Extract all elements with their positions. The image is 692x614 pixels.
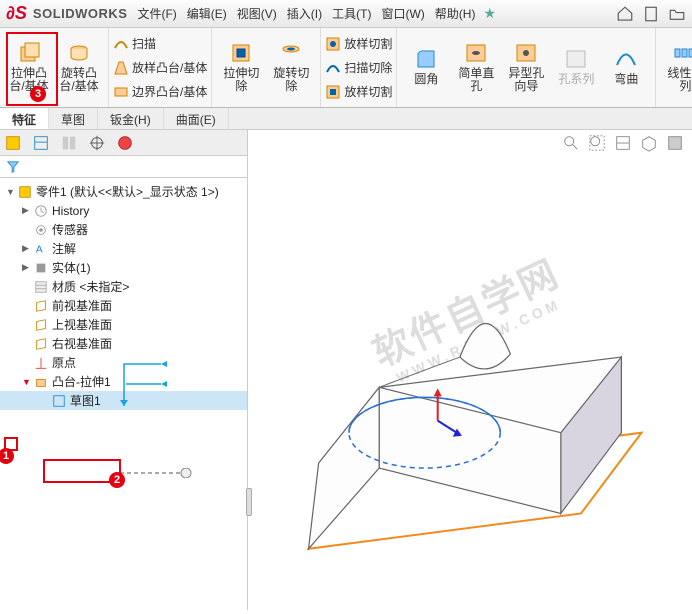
- panel-resize-handle[interactable]: [246, 488, 252, 516]
- curve-button[interactable]: 弯曲: [601, 30, 651, 104]
- menu-tools[interactable]: 工具(T): [332, 5, 371, 22]
- tab-surface[interactable]: 曲面(E): [164, 108, 229, 129]
- tree-front-plane[interactable]: 前视基准面: [0, 296, 247, 315]
- revolve-cut-button[interactable]: 旋转切 除: [266, 30, 316, 104]
- loft-cut-button[interactable]: 放样切割: [325, 32, 392, 56]
- feature-tree[interactable]: 零件1 (默认<<默认>_显示状态 1>) History 传感器 A注解 实体…: [0, 178, 247, 610]
- hole-wizard-button[interactable]: 异型孔 向导: [501, 30, 551, 104]
- hole-series-button: 孔系列: [551, 30, 601, 104]
- annotation-badge-2: 2: [109, 472, 125, 488]
- logo-icon: ∂S: [6, 3, 27, 24]
- menu-window[interactable]: 窗口(W): [381, 5, 424, 22]
- loft-cut2-button[interactable]: 放样切割: [325, 80, 392, 104]
- tree-solids[interactable]: 实体(1): [0, 258, 247, 277]
- menu-help[interactable]: 帮助(H): [435, 5, 476, 22]
- simple-hole-button[interactable]: 简单直 孔: [451, 30, 501, 104]
- fillet-button[interactable]: 圆角: [401, 30, 451, 104]
- tree-origin[interactable]: 原点: [0, 353, 247, 372]
- graphics-viewport[interactable]: 软件自学网 WWW.RJZXW.COM: [248, 130, 692, 610]
- filter-funnel-icon[interactable]: [6, 160, 20, 174]
- command-tabs: 特征 草图 钣金(H) 曲面(E): [0, 108, 692, 130]
- boundary-boss-button[interactable]: 边界凸台/基体: [113, 80, 207, 104]
- filter-row: [0, 156, 247, 178]
- feature-manager-panel: 零件1 (默认<<默认>_显示状态 1>) History 传感器 A注解 实体…: [0, 130, 248, 610]
- extrude-cut-button[interactable]: 拉伸切 除: [216, 30, 266, 104]
- tree-annotations[interactable]: A注解: [0, 239, 247, 258]
- config-icon[interactable]: [60, 134, 78, 152]
- tree-top-plane[interactable]: 上视基准面: [0, 315, 247, 334]
- property-icon[interactable]: [32, 134, 50, 152]
- menu-insert[interactable]: 插入(I): [287, 5, 322, 22]
- tree-material[interactable]: 材质 <未指定>: [0, 277, 247, 296]
- menu-view[interactable]: 视图(V): [237, 5, 277, 22]
- rollback-bar-icon[interactable]: [120, 468, 240, 478]
- menu-bar: ∂S SOLIDWORKS 文件(F) 编辑(E) 视图(V) 插入(I) 工具…: [0, 0, 692, 28]
- menu-edit[interactable]: 编辑(E): [187, 5, 227, 22]
- revolve-boss-button[interactable]: 旋转凸 台/基体: [54, 30, 104, 104]
- quick-toolbar: [616, 5, 686, 23]
- logo-text: SOLIDWORKS: [33, 6, 128, 21]
- model-preview-icon: [248, 130, 692, 614]
- star-icon[interactable]: ★: [483, 5, 496, 22]
- ribbon-toolbar: 拉伸凸 台/基体 旋转凸 台/基体 扫描 放样凸台/基体 边界凸台/基体 拉伸切…: [0, 28, 692, 108]
- feature-tree-icon[interactable]: [4, 134, 22, 152]
- menu-file[interactable]: 文件(F): [137, 5, 176, 22]
- panel-icon-row: [0, 130, 247, 156]
- tree-root[interactable]: 零件1 (默认<<默认>_显示状态 1>): [0, 182, 247, 201]
- linear-pattern-button[interactable]: 线性阵 列: [660, 30, 692, 104]
- tree-sensors[interactable]: 传感器: [0, 220, 247, 239]
- appearance-icon[interactable]: [116, 134, 134, 152]
- tree-history[interactable]: History: [0, 201, 247, 220]
- svg-text:A: A: [36, 243, 43, 255]
- annotation-badge-3: 3: [30, 86, 46, 102]
- open-folder-icon[interactable]: [668, 5, 686, 23]
- extrude-boss-button[interactable]: 拉伸凸 台/基体: [4, 30, 54, 104]
- new-doc-icon[interactable]: [642, 5, 660, 23]
- loft-boss-button[interactable]: 放样凸台/基体: [113, 56, 207, 80]
- tab-sketch[interactable]: 草图: [49, 108, 98, 129]
- tree-boss-extrude[interactable]: 凸台-拉伸1: [0, 372, 247, 391]
- tree-sketch1[interactable]: 草图1: [0, 391, 247, 410]
- sweep-button[interactable]: 扫描: [113, 32, 207, 56]
- tab-sheetmetal[interactable]: 钣金(H): [98, 108, 164, 129]
- dimxpert-icon[interactable]: [88, 134, 106, 152]
- tree-right-plane[interactable]: 右视基准面: [0, 334, 247, 353]
- home-icon[interactable]: [616, 5, 634, 23]
- tab-features[interactable]: 特征: [0, 108, 49, 129]
- sweep-cut-button[interactable]: 扫描切除: [325, 56, 392, 80]
